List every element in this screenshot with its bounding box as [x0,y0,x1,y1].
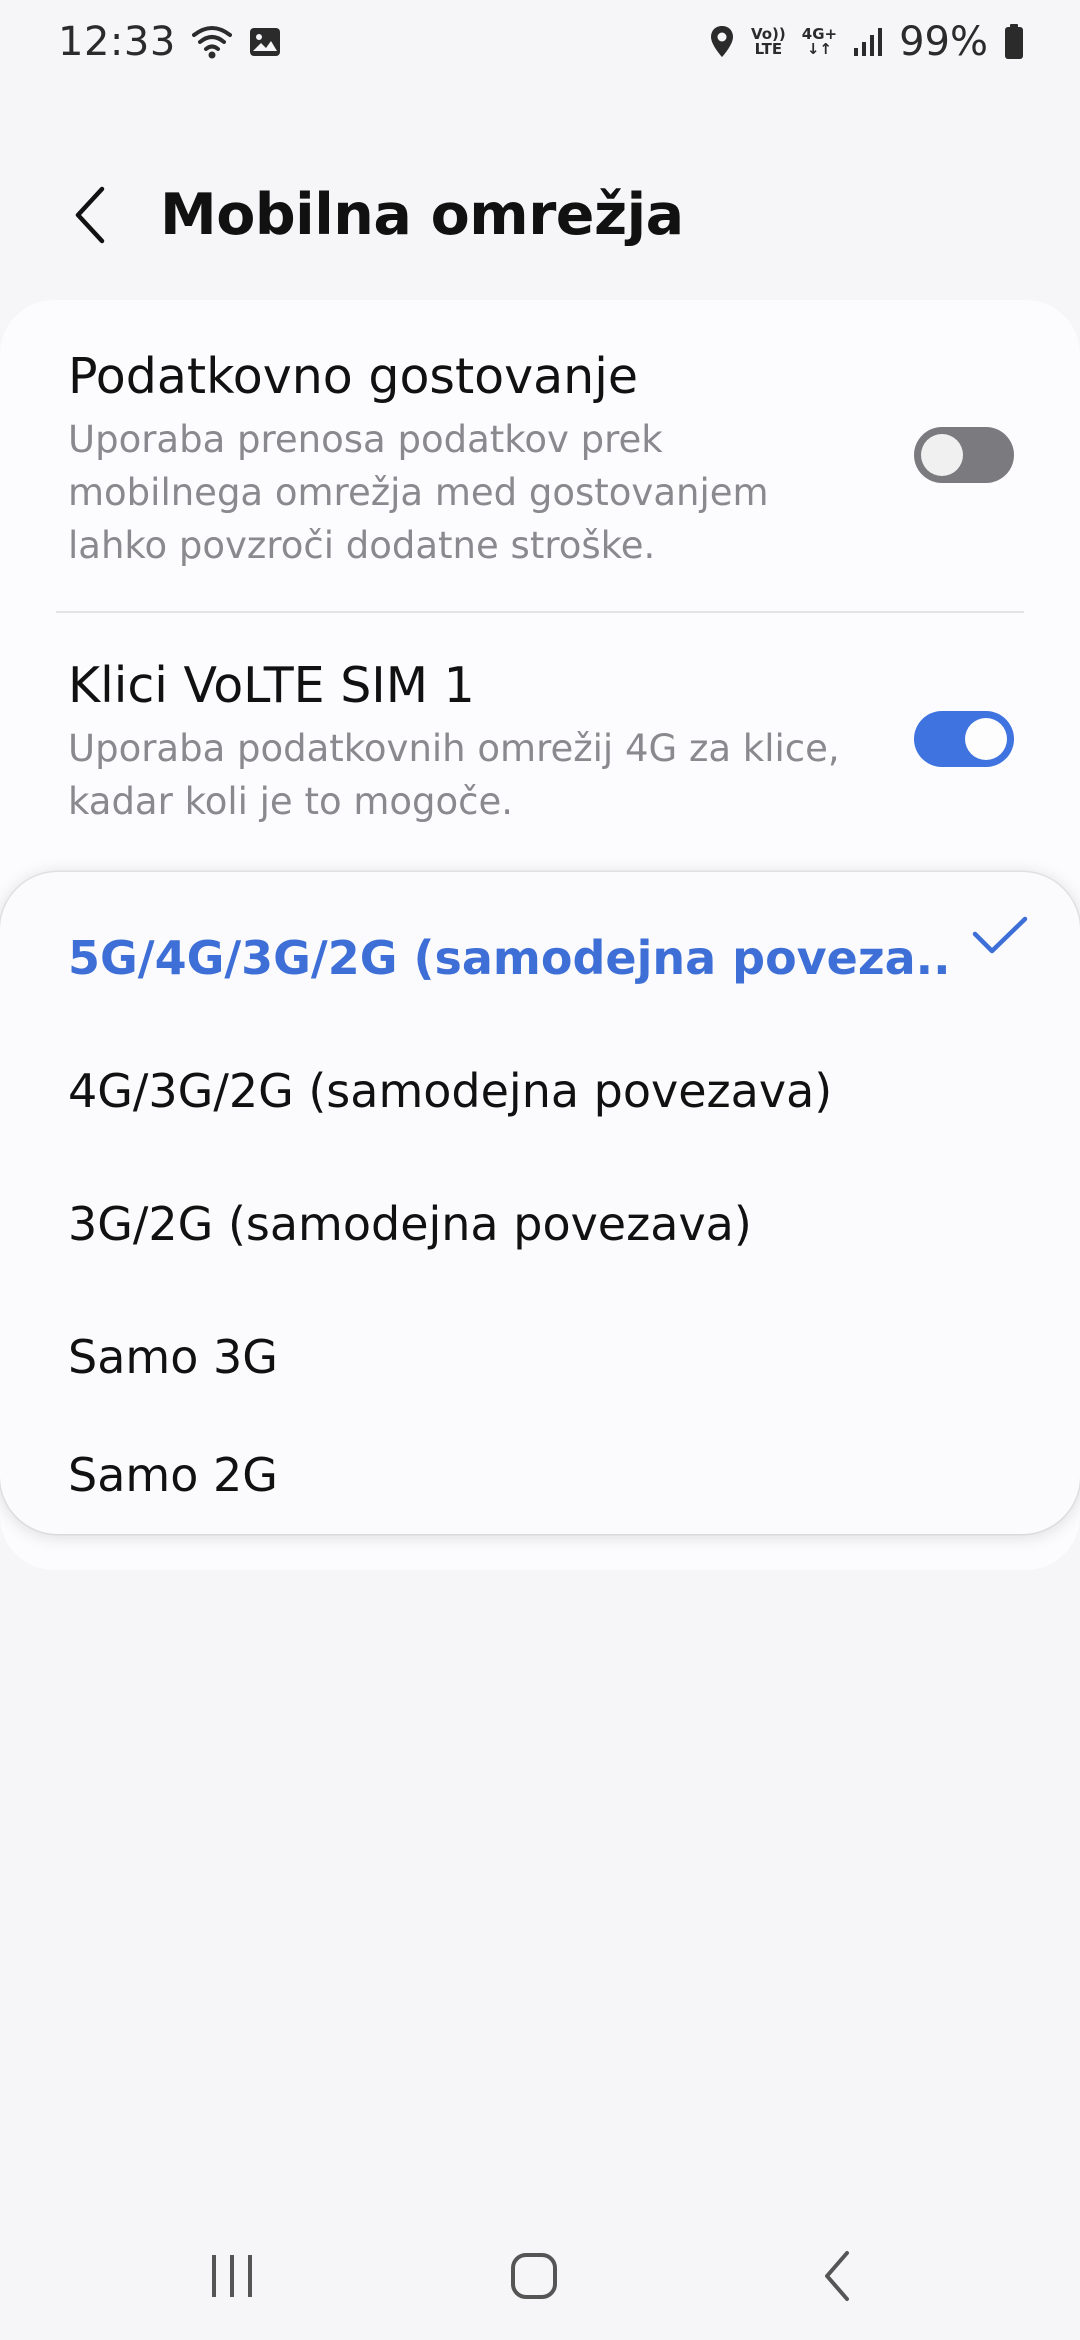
volte-icon: Vo)) LTE [751,27,786,57]
data-roaming-title: Podatkovno gostovanje [68,348,638,405]
volte-calls-description: Uporaba podatkovnih omrežij 4G za klice,… [68,727,840,823]
battery-percent: 99% [899,19,988,65]
data-roaming-toggle[interactable] [914,427,1014,483]
option-label: 5G/4G/3G/2G (samodejna poveza.. [68,931,951,985]
network-mode-option-4g-3g-2g[interactable]: 4G/3G/2G (samodejna povezava) [68,1031,1028,1151]
home-icon [511,2253,557,2299]
option-label: Samo 3G [68,1330,278,1384]
status-time: 12:33 [58,19,176,65]
volte-label-bottom: LTE [754,40,783,58]
navigation-bar [0,2208,1080,2340]
data-roaming-description: Uporaba prenosa podatkov prek mobilnega … [68,418,769,567]
option-label: 4G/3G/2G (samodejna povezava) [68,1064,833,1118]
volte-calls-toggle[interactable] [914,711,1014,767]
back-icon [825,2251,849,2301]
toggle-knob [921,434,963,476]
status-left: 12:33 [58,19,282,65]
recent-apps-button[interactable] [177,2236,287,2316]
location-icon [709,25,735,59]
system-back-button[interactable] [782,2236,892,2316]
home-button[interactable] [479,2236,589,2316]
recent-apps-icon [212,2255,252,2297]
battery-icon [1004,24,1024,60]
volte-calls-title: Klici VoLTE SIM 1 [68,657,475,714]
status-right: Vo)) LTE 4G+ ↓↑ 99% [709,19,1024,65]
gallery-icon [248,26,282,58]
page-title: Mobilna omrežja [160,182,684,248]
back-button[interactable] [60,179,120,251]
back-chevron-icon [75,186,105,244]
volte-calls-setting[interactable]: Klici VoLTE SIM 1 Uporaba podatkovnih om… [68,656,1028,828]
network-mode-option-5g-4g-3g-2g[interactable]: 5G/4G/3G/2G (samodejna poveza.. [68,898,1028,1018]
check-icon [972,916,1028,954]
option-label: 3G/2G (samodejna povezava) [68,1197,752,1251]
app-header: Mobilna omrežja [0,165,1080,265]
network-mode-option-2g-only[interactable]: Samo 2G [68,1430,1028,1520]
status-bar: 12:33 Vo)) LTE 4G+ ↓↑ 99% [0,0,1080,84]
network-mode-option-3g-2g[interactable]: 3G/2G (samodejna povezava) [68,1164,1028,1284]
option-label: Samo 2G [68,1448,278,1502]
signal-icon [853,26,883,58]
wifi-icon [191,24,232,60]
divider [56,611,1024,613]
toggle-knob [965,718,1007,760]
data-roaming-setting[interactable]: Podatkovno gostovanje Uporaba prenosa po… [68,347,1028,572]
network-mode-menu: 5G/4G/3G/2G (samodejna poveza.. 4G/3G/2G… [0,872,1080,1534]
data-arrows-icon: ↓↑ [806,40,832,58]
network-4g-plus-icon: 4G+ ↓↑ [802,27,837,57]
screen: 12:33 Vo)) LTE 4G+ ↓↑ 99% Mobilna omrežj… [0,0,1080,2340]
network-mode-option-3g-only[interactable]: Samo 3G [68,1297,1028,1417]
